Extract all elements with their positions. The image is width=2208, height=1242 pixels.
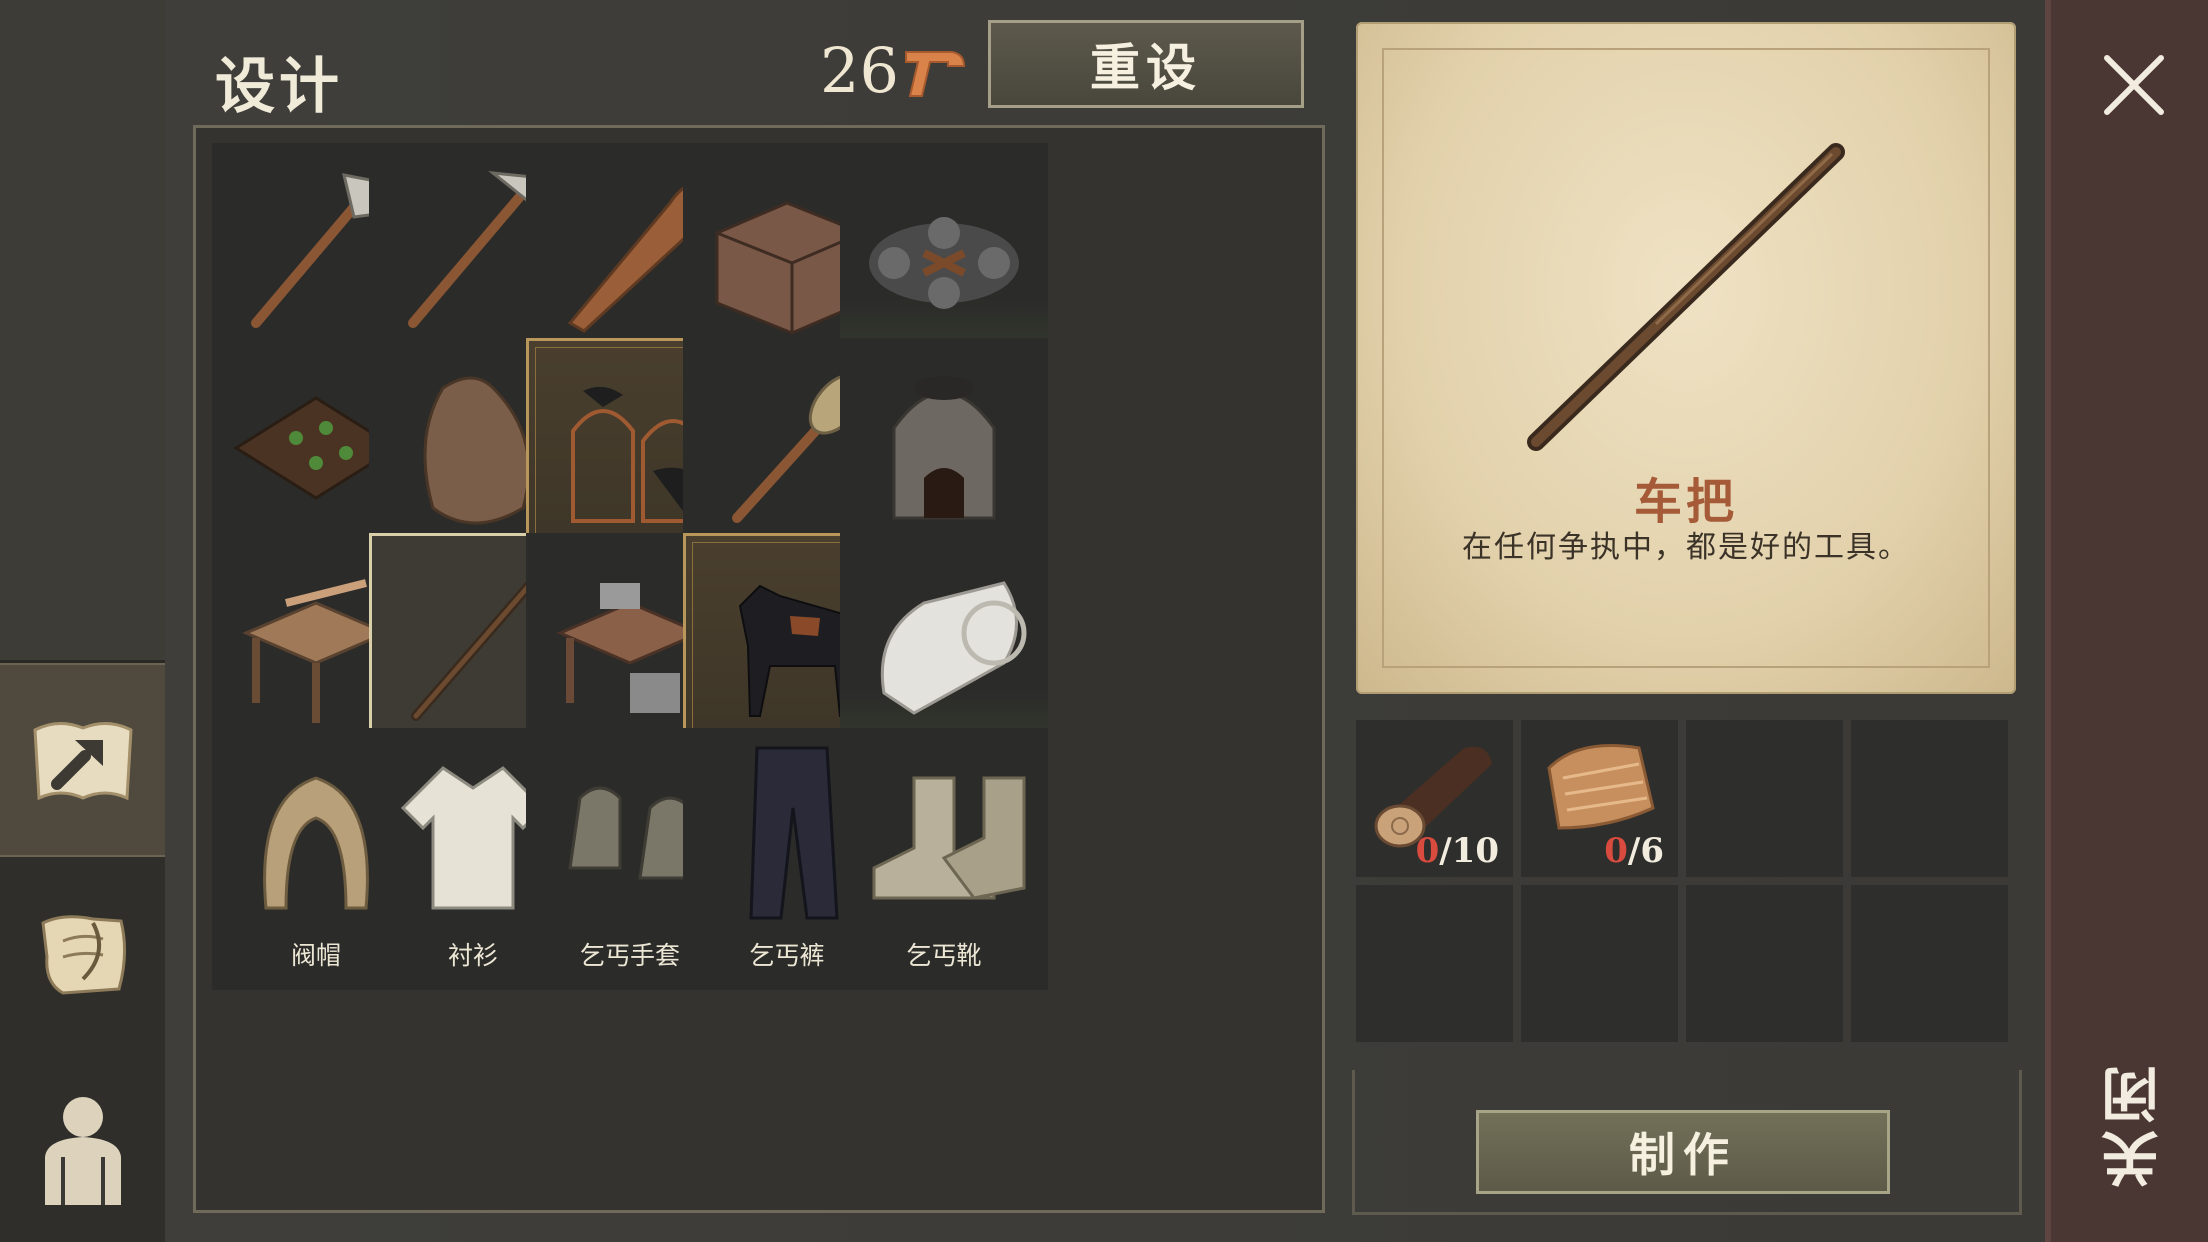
recipe-card[interactable]: 乞丐靴 xyxy=(840,728,1048,990)
blueprint-hammer-icon xyxy=(32,722,133,801)
plant-fiber-icon xyxy=(1547,744,1655,830)
ingredient-slot-empty xyxy=(1356,885,1513,1042)
page-title: 设计 xyxy=(215,52,343,122)
tab-journal[interactable] xyxy=(0,858,165,1048)
close-bar[interactable]: 关闭 xyxy=(2045,0,2208,1242)
tab-design[interactable] xyxy=(0,663,165,857)
rail-top-panel xyxy=(0,0,165,663)
craft-button[interactable]: 制作 xyxy=(1476,1110,1890,1194)
ingredient-count: 0/6 xyxy=(1604,831,1664,871)
boots-icon xyxy=(872,776,1026,900)
ingredient-slot-empty xyxy=(1851,720,2008,877)
furnace-icon xyxy=(892,376,996,520)
item-description: 在任何争执中，都是好的工具。 xyxy=(1462,530,1910,565)
design-points-value: 26 xyxy=(820,34,899,107)
close-icon[interactable] xyxy=(2099,50,2169,120)
log-icon xyxy=(1374,746,1492,848)
recipe-label: 乞丐靴 xyxy=(906,941,982,970)
ingredient-slot-empty xyxy=(1851,885,2008,1042)
ingredient-slot-empty xyxy=(1521,885,1678,1042)
bandage-icon xyxy=(880,581,1027,715)
campfire-icon xyxy=(869,217,1019,309)
scroll-quill-icon xyxy=(40,915,126,995)
reset-button[interactable]: 重设 xyxy=(988,20,1304,108)
left-rail xyxy=(0,0,165,1242)
ingredient-slot[interactable]: 0/6 xyxy=(1521,720,1678,877)
tab-character[interactable] xyxy=(0,1052,165,1242)
character-silhouette-icon xyxy=(44,1097,121,1205)
shaft-icon xyxy=(1527,143,1845,451)
hammer-points-icon xyxy=(905,51,966,97)
ingredient-slot[interactable]: 0/10 xyxy=(1356,720,1513,877)
ingredient-slot-empty xyxy=(1686,885,1843,1042)
close-label: 关闭 xyxy=(2101,1060,2169,1188)
item-detail-parchment: 车把 在任何争执中，都是好的工具。 xyxy=(1356,22,2016,694)
ingredient-count: 0/10 xyxy=(1415,831,1499,871)
ingredient-slot-empty xyxy=(1686,720,1843,877)
